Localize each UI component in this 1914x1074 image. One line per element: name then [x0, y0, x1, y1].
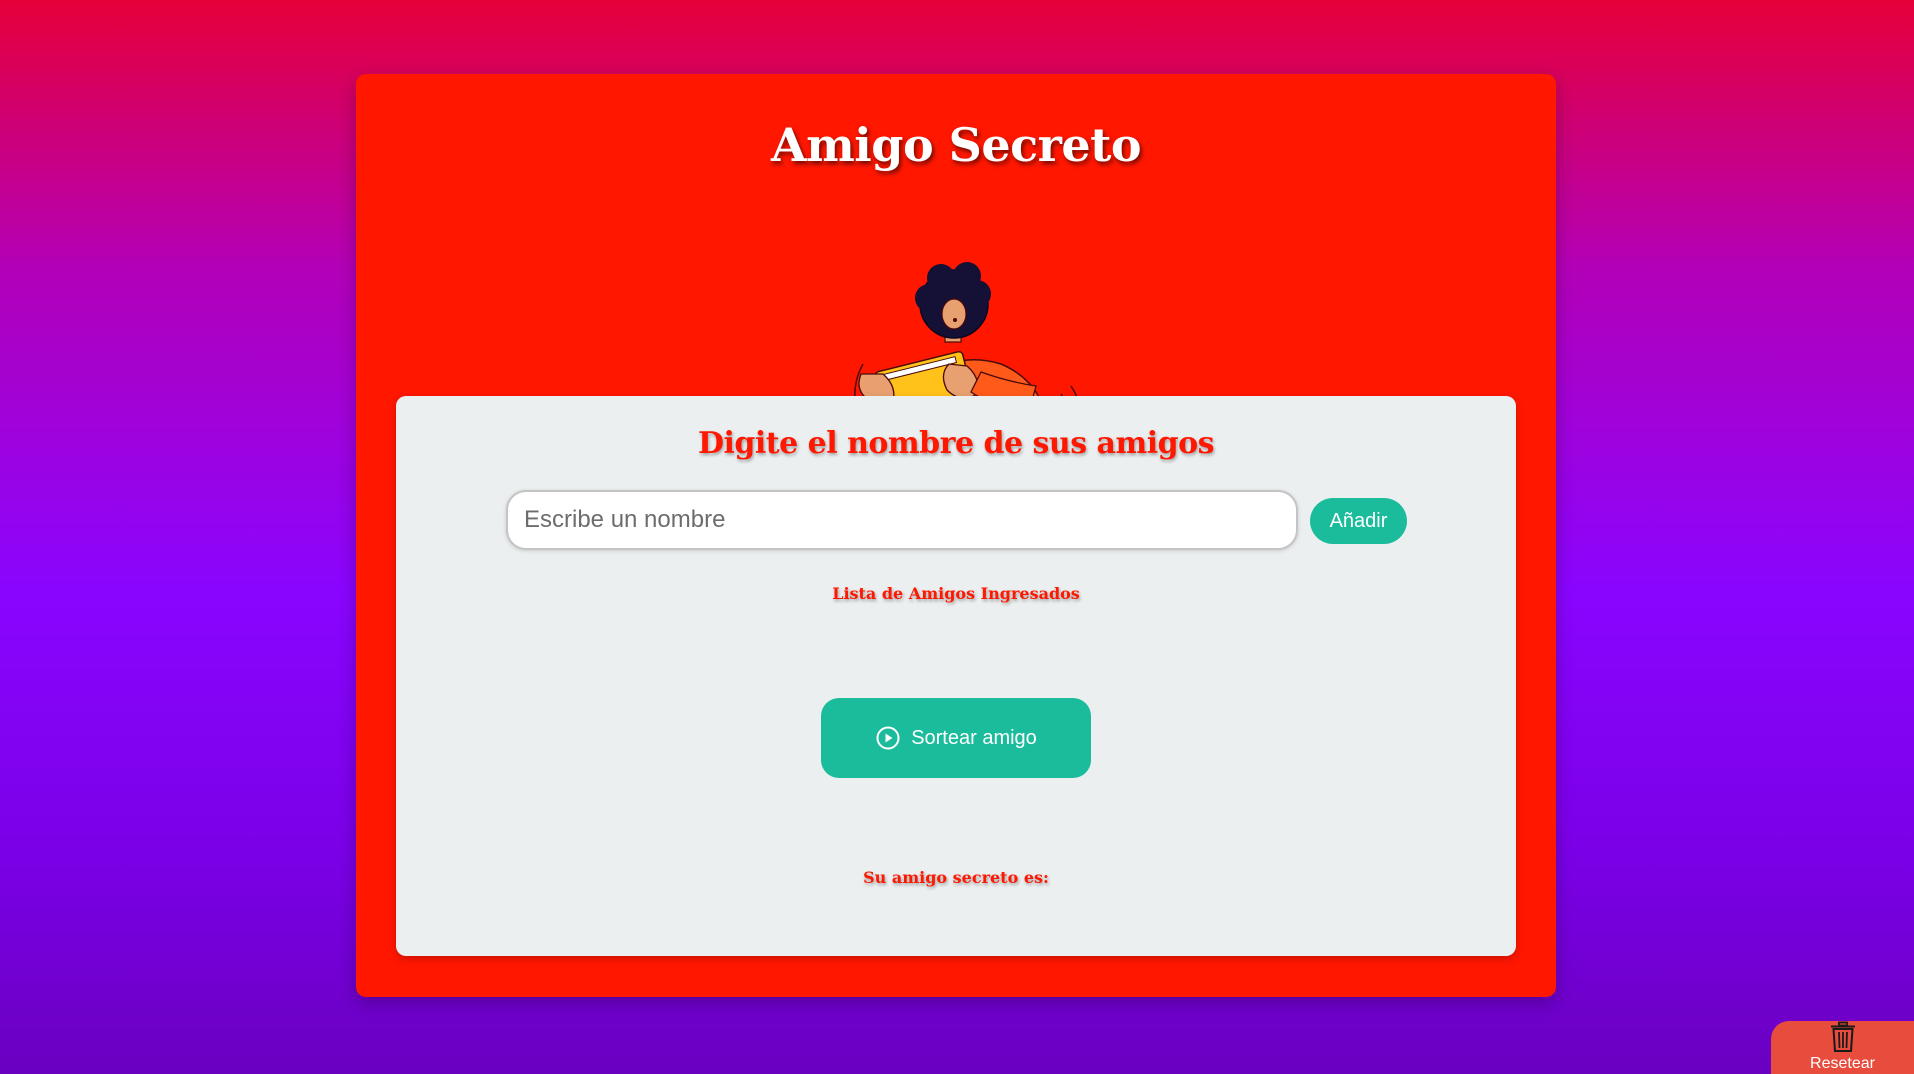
name-input[interactable] [506, 490, 1298, 550]
draw-friend-label: Sortear amigo [911, 726, 1037, 749]
page-title: Amigo Secreto [770, 118, 1142, 172]
play-circle-icon [875, 725, 901, 751]
reset-label: Resetear [1810, 1055, 1875, 1072]
main-card: Amigo Secreto Digite el nombre de sus am… [356, 74, 1556, 997]
reset-button[interactable]: Resetear [1771, 1021, 1914, 1074]
form-heading: Digite el nombre de sus amigos [698, 426, 1214, 461]
trash-icon [1829, 1021, 1857, 1058]
draw-friend-button[interactable]: Sortear amigo [821, 698, 1091, 778]
result-heading: Su amigo secreto es: [863, 868, 1049, 887]
friends-list-heading: Lista de Amigos Ingresados [832, 584, 1080, 603]
friends-panel: Digite el nombre de sus amigos Añadir Li… [396, 396, 1516, 956]
add-button[interactable]: Añadir [1310, 498, 1407, 544]
